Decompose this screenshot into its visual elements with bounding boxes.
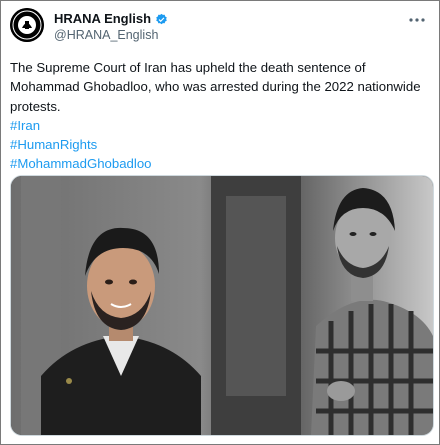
hashtag-iran[interactable]: #Iran: [10, 116, 430, 135]
hrana-logo-icon[interactable]: [10, 8, 44, 42]
display-name[interactable]: HRANA English: [54, 11, 151, 27]
verified-badge-icon: [155, 13, 168, 26]
tweet-media-image[interactable]: [10, 175, 434, 436]
tweet-card[interactable]: HRANA English @HRANA_English The Supreme…: [0, 0, 440, 445]
more-options-icon[interactable]: [408, 10, 426, 28]
tweet-body: The Supreme Court of Iran has upheld the…: [10, 58, 430, 174]
tweet-text: The Supreme Court of Iran has upheld the…: [10, 60, 421, 114]
tweet-header: HRANA English @HRANA_English: [10, 8, 430, 42]
hashtag-mohammadghobadloo[interactable]: #MohammadGhobadloo: [10, 154, 430, 173]
hashtag-humanrights[interactable]: #HumanRights: [10, 135, 430, 154]
account-handle[interactable]: @HRANA_English: [54, 28, 158, 43]
